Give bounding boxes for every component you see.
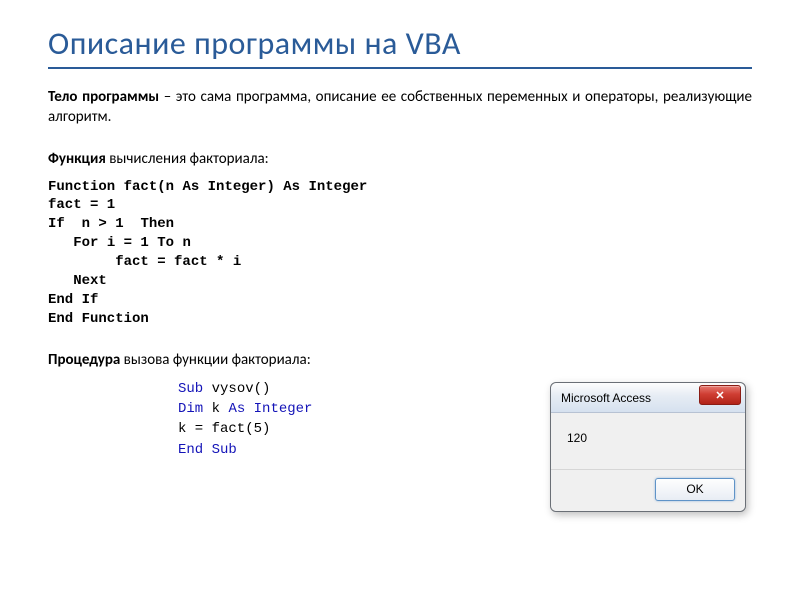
ok-button[interactable]: OK [655, 478, 735, 501]
code-block-function: Function fact(n As Integer) As Integer f… [48, 178, 367, 329]
subheading-function: Функция вычисления факториала: [48, 150, 752, 168]
close-icon: ✕ [715, 389, 724, 402]
page-title: Описание программы на VBA [48, 24, 752, 63]
sub1-bold: Функция [48, 150, 106, 168]
dialog-button-row: OK [551, 469, 745, 511]
sub2-bold: Процедура [48, 351, 120, 369]
slide: Описание программы на VBA Тело программы… [0, 0, 800, 600]
title-rule [48, 67, 752, 69]
dialog-message: 120 [567, 431, 587, 445]
dialog-body: 120 [551, 413, 745, 469]
msgbox-dialog: Microsoft Access ✕ 120 OK [550, 382, 746, 512]
intro-paragraph: Тело программы – это сама программа, опи… [48, 87, 752, 128]
close-button[interactable]: ✕ [699, 385, 741, 405]
dialog-title-text: Microsoft Access [561, 391, 651, 405]
dialog-titlebar[interactable]: Microsoft Access ✕ [551, 383, 745, 413]
sub1-rest: вычисления факториала: [106, 150, 269, 168]
sub2-rest: вызова функции факториала: [120, 351, 310, 369]
subheading-procedure: Процедура вызова функции факториала: [48, 351, 752, 369]
intro-bold: Тело программы [48, 88, 159, 106]
